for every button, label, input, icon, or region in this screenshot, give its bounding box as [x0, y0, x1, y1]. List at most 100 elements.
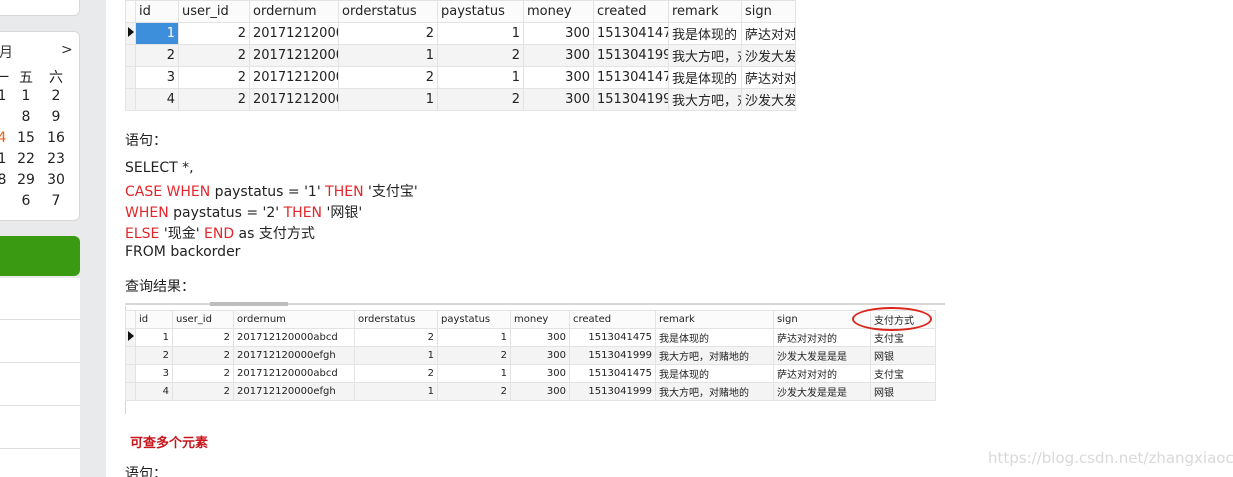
column-header[interactable]: id [135, 0, 179, 23]
table-cell[interactable]: 萨达对对对的 [773, 328, 871, 347]
table-cell[interactable]: 1513041475 [569, 328, 656, 347]
calendar-day[interactable]: 7 [41, 193, 71, 209]
column-header[interactable]: orderstatus [354, 310, 438, 329]
table-row[interactable]: 3 2 201712120000abcd 2 1 300 1513041475 … [125, 364, 936, 383]
table-cell[interactable]: 300 [523, 44, 594, 67]
table-row[interactable]: 4 2 201712120000e 1 2 300 1513041999 我大方… [125, 88, 796, 111]
column-header[interactable]: user_id [172, 310, 234, 329]
table-cell[interactable]: 1513041999 [569, 346, 656, 365]
table-cell[interactable]: 1 [437, 66, 524, 89]
table-cell[interactable]: 2 [437, 382, 511, 401]
calendar-day[interactable]: 2 [41, 88, 71, 104]
table-row[interactable]: 4 2 201712120000efgh 1 2 300 1513041999 … [125, 382, 936, 401]
sidebar-green-banner[interactable] [0, 236, 80, 276]
calendar-day[interactable]: 15 [11, 130, 41, 146]
column-header[interactable]: paystatus [437, 310, 511, 329]
column-header[interactable]: user_id [178, 0, 250, 23]
table-cell[interactable]: 我大方吧，对 [668, 44, 742, 67]
table-cell[interactable]: 1 [437, 364, 511, 383]
table-cell[interactable]: 支付宝 [870, 328, 936, 347]
table-cell[interactable]: 支付宝 [870, 364, 936, 383]
table-cell[interactable]: 201712120000abcd [233, 364, 355, 383]
table-cell[interactable]: 2 [135, 44, 179, 67]
table-cell[interactable]: 201712120000efgh [233, 382, 355, 401]
table-cell[interactable]: 1 [338, 88, 438, 111]
table-row[interactable]: 2 2 201712120000e 1 2 300 1513041999 我大方… [125, 44, 796, 67]
column-header[interactable]: ordernum [249, 0, 339, 23]
table-cell[interactable]: 201712120000e [249, 88, 339, 111]
table-cell[interactable]: 201712120000abcd [233, 328, 355, 347]
calendar-day[interactable]: 22 [11, 151, 41, 167]
column-header[interactable]: paystatus [437, 0, 524, 23]
column-header[interactable]: ordernum [233, 310, 355, 329]
table-row[interactable]: 1 2 201712120000a 2 1 300 1513041475 我是体… [125, 22, 796, 45]
table-cell[interactable]: 我是体现的 [655, 328, 774, 347]
table-cell[interactable]: 1 [135, 22, 179, 45]
table-cell[interactable]: 2 [178, 66, 250, 89]
table-row[interactable]: 3 2 201712120000a 2 1 300 1513041475 我是体… [125, 66, 796, 89]
table-row[interactable]: 2 2 201712120000efgh 1 2 300 1513041999 … [125, 346, 936, 365]
calendar-day[interactable]: 29 [11, 172, 41, 188]
table-cell[interactable]: 4 [135, 382, 173, 401]
column-header[interactable]: money [510, 310, 570, 329]
table-cell[interactable]: 300 [510, 382, 570, 401]
calendar-day[interactable]: 8 [11, 109, 41, 125]
table-cell[interactable]: 沙发大发是 [741, 44, 796, 67]
sidebar-nav-item[interactable] [0, 363, 80, 406]
table-cell[interactable]: 1513041475 [569, 364, 656, 383]
table-cell[interactable]: 1 [135, 328, 173, 347]
table-cell[interactable]: 2 [437, 44, 524, 67]
table-cell[interactable]: 2 [178, 44, 250, 67]
table-cell[interactable]: 3 [135, 66, 179, 89]
column-header[interactable]: orderstatus [338, 0, 438, 23]
table-cell[interactable]: 1513041475 [593, 22, 669, 45]
table-cell[interactable]: 2 [354, 328, 438, 347]
table-cell[interactable]: 2 [437, 346, 511, 365]
table-cell[interactable]: 1 [338, 44, 438, 67]
calendar-day[interactable]: 23 [41, 151, 71, 167]
calendar-day[interactable]: 16 [41, 130, 71, 146]
table-cell[interactable]: 300 [510, 364, 570, 383]
table-cell[interactable]: 我大方吧，对赌地的 [655, 382, 774, 401]
table-cell[interactable]: 2 [172, 382, 234, 401]
column-header[interactable]: id [135, 310, 173, 329]
table-cell[interactable]: 300 [523, 66, 594, 89]
calendar-day[interactable]: 6 [11, 193, 41, 209]
table-cell[interactable]: 300 [510, 346, 570, 365]
table-cell[interactable]: 1 [354, 346, 438, 365]
table-cell[interactable]: 300 [510, 328, 570, 347]
table-cell[interactable]: 2 [338, 22, 438, 45]
column-header[interactable]: remark [655, 310, 774, 329]
table-cell[interactable]: 萨达对对对 [741, 66, 796, 89]
column-header[interactable]: created [569, 310, 656, 329]
table-cell[interactable]: 沙发大发是是是 [773, 346, 871, 365]
table-cell[interactable]: 2 [178, 22, 250, 45]
table-cell[interactable]: 2 [135, 346, 173, 365]
table-cell[interactable]: 201712120000e [249, 44, 339, 67]
table-cell[interactable]: 201712120000efgh [233, 346, 355, 365]
table-cell[interactable]: 1 [437, 22, 524, 45]
table-cell[interactable]: 我大方吧，对赌地的 [655, 346, 774, 365]
table-cell[interactable]: 3 [135, 364, 173, 383]
table-cell[interactable]: 2 [178, 88, 250, 111]
table-cell[interactable]: 1513041999 [593, 44, 669, 67]
calendar-next-button[interactable]: > [61, 42, 73, 58]
table-cell[interactable]: 201712120000a [249, 66, 339, 89]
table-cell[interactable]: 2 [338, 66, 438, 89]
column-header[interactable]: remark [668, 0, 742, 23]
table-cell[interactable]: 2 [172, 328, 234, 347]
table-cell[interactable]: 我大方吧，对 [668, 88, 742, 111]
table-cell[interactable]: 1 [354, 382, 438, 401]
column-header[interactable]: sign [741, 0, 796, 23]
table-cell[interactable]: 300 [523, 88, 594, 111]
table-cell[interactable]: 2 [172, 346, 234, 365]
table-cell[interactable]: 沙发大发是 [741, 88, 796, 111]
table-cell[interactable]: 萨达对对对 [741, 22, 796, 45]
table-cell[interactable]: 网银 [870, 382, 936, 401]
table-cell[interactable]: 201712120000a [249, 22, 339, 45]
calendar-day[interactable]: 9 [41, 109, 71, 125]
calendar-day[interactable]: 1 [11, 88, 41, 104]
table-cell[interactable]: 网银 [870, 346, 936, 365]
table-cell[interactable]: 我是体现的 [655, 364, 774, 383]
table-cell[interactable]: 2 [354, 364, 438, 383]
